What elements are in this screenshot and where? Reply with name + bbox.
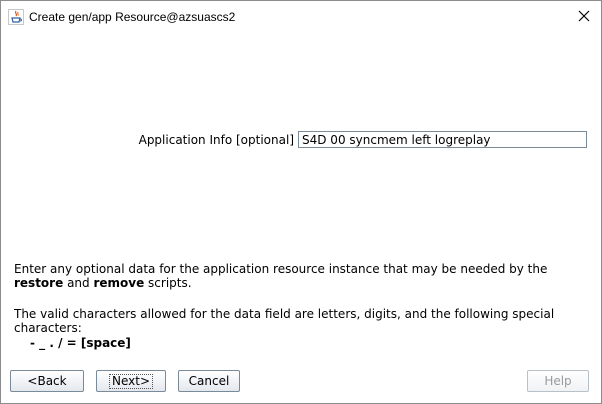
dialog-window: Create gen/app Resource@azsuascs2 Applic… <box>0 0 602 404</box>
description-text-part: and <box>63 276 94 290</box>
window-title: Create gen/app Resource@azsuascs2 <box>29 10 236 24</box>
application-info-input[interactable] <box>298 131 587 148</box>
title-bar: Create gen/app Resource@azsuascs2 <box>1 1 601 31</box>
back-button[interactable]: <Back <box>10 370 84 392</box>
description-text-part: scripts. <box>144 276 192 290</box>
close-icon <box>578 10 590 25</box>
description-text: Enter any optional data for the applicat… <box>14 262 592 290</box>
help-button[interactable]: Help <box>527 370 589 392</box>
application-info-label: Application Info [optional] <box>138 133 294 147</box>
remove-keyword: remove <box>93 276 145 290</box>
cancel-button[interactable]: Cancel <box>178 370 240 392</box>
close-button[interactable] <box>571 6 597 28</box>
valid-characters-text: The valid characters allowed for the dat… <box>14 307 555 335</box>
special-characters-list: - _ . / = [space] <box>30 336 131 350</box>
java-icon <box>8 9 24 25</box>
description-text-part: Enter any optional data for the applicat… <box>14 262 548 276</box>
next-button-label: Next> <box>108 373 153 389</box>
next-button[interactable]: Next> <box>96 370 166 392</box>
restore-keyword: restore <box>14 276 64 290</box>
